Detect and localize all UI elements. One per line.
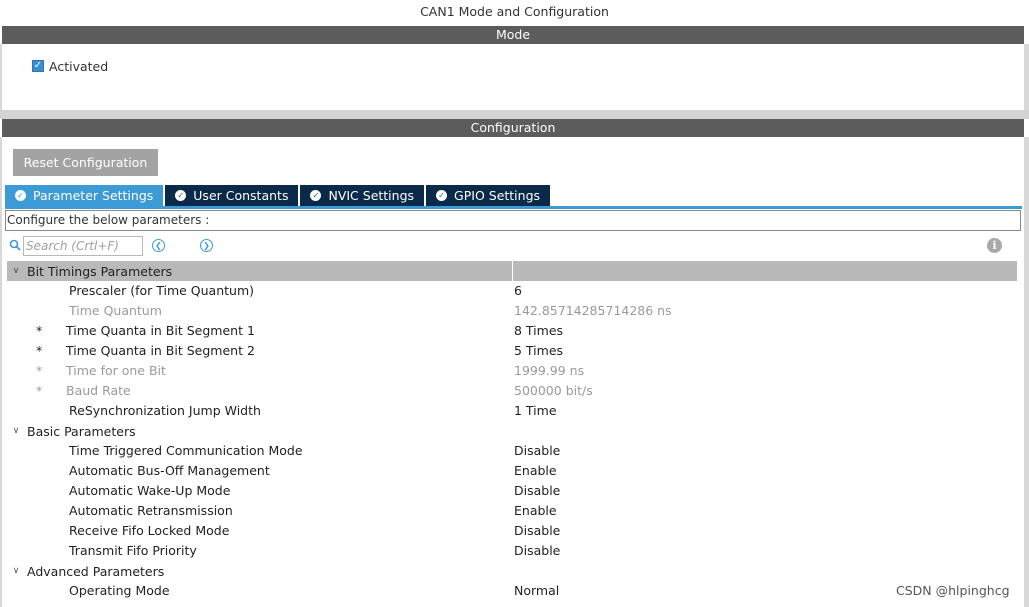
mode-section-header: Mode <box>2 26 1024 44</box>
mode-panel <box>2 44 1024 110</box>
parameter-name: Prescaler (for Time Quantum) <box>69 283 255 298</box>
tab-parameter-settings[interactable]: ✓ Parameter Settings <box>5 185 164 206</box>
parameter-name: Receive Fifo Locked Mode <box>69 523 230 538</box>
parameter-value[interactable]: 8 Times <box>514 323 563 338</box>
parameter-table: ∨ Bit Timings Parameters Prescaler (for Ti… <box>7 261 1017 601</box>
group-label: Advanced Parameters <box>27 563 165 579</box>
group-header[interactable]: ∨ Advanced Parameters <box>7 561 1017 581</box>
search-toolbar: ❮ ❯ i <box>9 236 1021 256</box>
parameter-row[interactable]: * Time Quanta in Bit Segment 2 5 Times <box>7 341 1017 361</box>
parameter-value[interactable]: Normal <box>514 583 559 598</box>
activated-checkbox[interactable]: ✓ <box>32 60 44 72</box>
parameter-row[interactable]: Time Triggered Communication Mode Disable <box>7 441 1017 461</box>
parameter-value: 500000 bit/s <box>514 383 593 398</box>
tab-underline <box>5 206 1022 209</box>
info-icon[interactable]: i <box>987 238 1002 253</box>
group-label: Bit Timings Parameters <box>27 263 173 279</box>
parameter-name: Automatic Wake-Up Mode <box>69 483 231 498</box>
panel-border-right <box>1024 44 1029 110</box>
chevron-down-icon[interactable]: ∨ <box>11 426 21 436</box>
parameter-value[interactable]: 6 <box>514 283 522 298</box>
modified-marker: * <box>36 323 43 338</box>
parameter-name: Time Quanta in Bit Segment 2 <box>66 343 255 358</box>
parameter-name: Transmit Fifo Priority <box>69 543 197 558</box>
parameter-row[interactable]: Transmit Fifo Priority Disable <box>7 541 1017 561</box>
reset-configuration-button[interactable]: Reset Configuration <box>13 149 158 176</box>
parameter-value[interactable]: Disable <box>514 483 560 498</box>
modified-marker: * <box>36 363 43 378</box>
parameter-value[interactable]: Enable <box>514 463 557 478</box>
check-circle-icon: ✓ <box>15 190 26 201</box>
parameter-row[interactable]: Automatic Wake-Up Mode Disable <box>7 481 1017 501</box>
tab-label: GPIO Settings <box>454 188 541 203</box>
search-next-icon[interactable]: ❯ <box>200 239 213 252</box>
chevron-down-icon[interactable]: ∨ <box>11 266 21 276</box>
parameter-name: Automatic Retransmission <box>69 503 233 518</box>
modified-marker: * <box>36 383 43 398</box>
group-label: Basic Parameters <box>27 423 136 439</box>
search-input[interactable] <box>23 236 143 256</box>
parameter-name: ReSynchronization Jump Width <box>69 403 261 418</box>
config-border-right <box>1024 137 1029 607</box>
parameter-value[interactable]: 1 Time <box>514 403 557 418</box>
tab-label: User Constants <box>193 188 289 203</box>
parameter-value[interactable]: Disable <box>514 443 560 458</box>
group-header[interactable]: ∨ Bit Timings Parameters <box>7 261 1017 281</box>
check-circle-icon: ✓ <box>175 190 187 201</box>
parameter-name: Time Triggered Communication Mode <box>69 443 303 458</box>
parameter-value: 1999.99 ns <box>514 363 585 378</box>
description-box: Configure the below parameters : <box>5 210 1021 231</box>
parameter-name: Time Quanta in Bit Segment 1 <box>66 323 255 338</box>
parameter-row: * Baud Rate 500000 bit/s <box>7 381 1017 401</box>
parameter-value[interactable]: Disable <box>514 523 560 538</box>
modified-marker: * <box>36 343 43 358</box>
window-title: CAN1 Mode and Configuration <box>420 4 609 19</box>
parameter-name: Time for one Bit <box>66 363 166 378</box>
watermark: CSDN @hlpinghcg <box>896 583 1010 598</box>
parameter-value[interactable]: Disable <box>514 543 560 558</box>
search-previous-icon[interactable]: ❮ <box>152 239 165 252</box>
tab-gpio-settings[interactable]: ✓ GPIO Settings <box>426 185 551 206</box>
panel-separator <box>0 110 1029 119</box>
tab-label: Parameter Settings <box>33 188 154 203</box>
parameter-row[interactable]: * Time Quanta in Bit Segment 1 8 Times <box>7 321 1017 341</box>
parameter-row: * Time for one Bit 1999.99 ns <box>7 361 1017 381</box>
parameter-value: 142.85714285714286 ns <box>514 303 672 318</box>
parameter-name: Automatic Bus-Off Management <box>69 463 270 478</box>
config-border-left <box>0 137 2 607</box>
parameter-row[interactable]: Prescaler (for Time Quantum) 6 <box>7 281 1017 301</box>
parameter-row[interactable]: Receive Fifo Locked Mode Disable <box>7 521 1017 541</box>
check-circle-icon: ✓ <box>436 190 448 201</box>
parameter-name: Time Quantum <box>69 303 162 318</box>
group-header[interactable]: ∨ Basic Parameters <box>7 421 1017 441</box>
check-circle-icon: ✓ <box>310 190 322 201</box>
parameter-row[interactable]: ReSynchronization Jump Width 1 Time <box>7 401 1017 421</box>
tab-label: NVIC Settings <box>328 188 415 203</box>
parameter-row[interactable]: Automatic Retransmission Enable <box>7 501 1017 521</box>
parameter-row[interactable]: Automatic Bus-Off Management Enable <box>7 461 1017 481</box>
parameter-name: Operating Mode <box>69 583 170 598</box>
parameter-value[interactable]: 5 Times <box>514 343 563 358</box>
tab-user-constants[interactable]: ✓ User Constants <box>165 185 299 206</box>
parameter-row[interactable]: Operating Mode Normal <box>7 581 1017 601</box>
chevron-down-icon[interactable]: ∨ <box>11 566 21 576</box>
search-icon <box>9 239 21 251</box>
config-tabs: ✓ Parameter Settings ✓ User Constants ✓ NVIC … <box>5 185 552 206</box>
parameter-row: Time Quantum 142.85714285714286 ns <box>7 301 1017 321</box>
tab-nvic-settings[interactable]: ✓ NVIC Settings <box>300 185 425 206</box>
parameter-value[interactable]: Enable <box>514 503 557 518</box>
activated-label: Activated <box>49 58 109 74</box>
parameter-name: Baud Rate <box>66 383 131 398</box>
activated-checkbox-row[interactable]: ✓ Activated <box>32 58 108 74</box>
column-divider <box>512 261 513 281</box>
configuration-section-header: Configuration <box>2 119 1024 137</box>
